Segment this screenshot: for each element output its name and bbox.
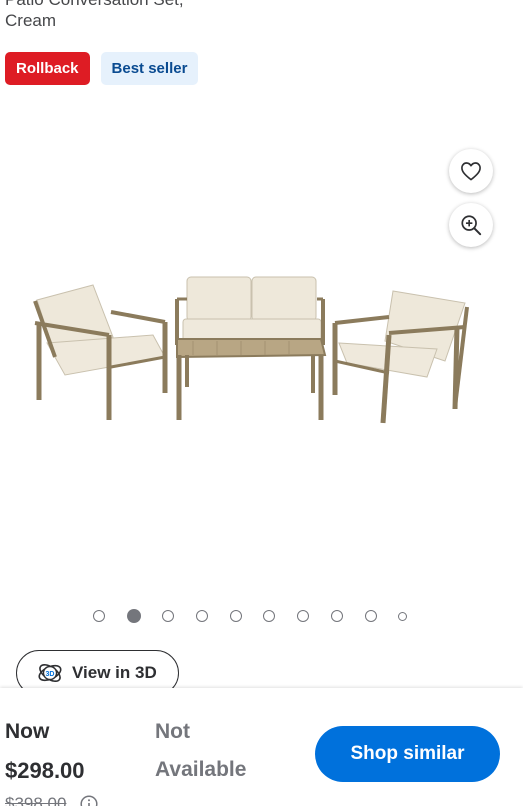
left-armchair [33, 284, 168, 420]
carousel-dot[interactable] [398, 611, 408, 621]
carousel-dot[interactable] [330, 610, 343, 622]
view-in-3d-label: View in 3D [72, 663, 157, 682]
current-price: $298.00 [5, 758, 85, 783]
carousel-dot[interactable] [263, 610, 276, 622]
carousel-dots [93, 609, 408, 623]
product-color-text: Cream [5, 11, 57, 30]
carousel-dot[interactable] [297, 610, 310, 622]
carousel-dot-active[interactable] [126, 609, 141, 623]
availability-line-2: Available [155, 758, 247, 781]
carousel-dot[interactable] [364, 610, 377, 622]
rollback-badge: Rollback [5, 52, 90, 85]
carousel-dot[interactable] [93, 610, 105, 622]
product-title-tail: Patio Conversation Set, [5, 0, 184, 10]
zoom-in-icon [461, 215, 482, 236]
3d-cube-icon: 3D [38, 663, 62, 683]
badges: Rollback Best seller [5, 52, 199, 85]
carousel-dot[interactable] [196, 610, 209, 622]
loveseat [175, 276, 325, 345]
heart-icon [461, 162, 481, 181]
coffee-table [176, 338, 327, 420]
availability-line-1: Not [155, 720, 190, 743]
was-price: $398.00 [5, 794, 67, 806]
carousel-dot[interactable] [162, 610, 175, 622]
right-armchair [332, 290, 469, 424]
carousel-dot[interactable] [229, 610, 242, 622]
zoom-button[interactable] [449, 203, 493, 247]
best-seller-badge: Best seller [100, 52, 199, 85]
favorite-button[interactable] [449, 149, 493, 193]
info-icon[interactable] [80, 795, 98, 806]
product-image[interactable] [25, 265, 475, 430]
3d-icon-label: 3D [46, 671, 55, 678]
now-label: Now [5, 720, 50, 743]
shop-similar-button[interactable]: Shop similar [315, 726, 500, 782]
bottom-purchase-bar: Now $298.00 $398.00 Not Available Shop s… [0, 688, 523, 806]
